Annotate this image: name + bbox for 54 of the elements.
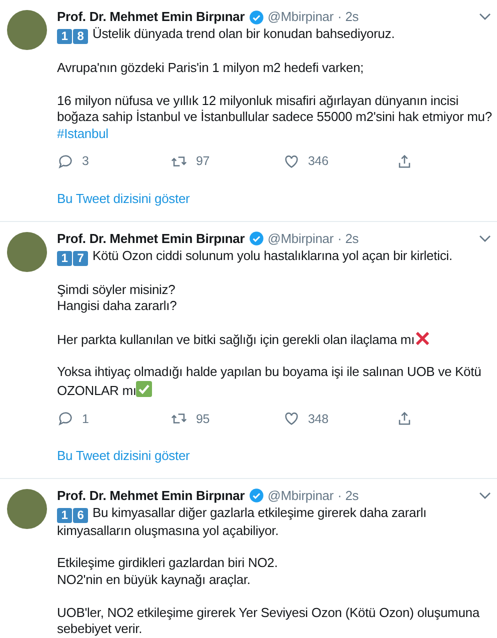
tweet-text: boğaza sahip İstanbul ve İstanbullular sadece 55000 m2'sini hak etmiyor mu? [57,109,492,124]
tweet-text: Hangisi daha zararlı? [57,298,177,314]
number-badge: 7 [73,250,88,266]
show-thread-link[interactable]: Bu Tweet dizisini göster [57,446,190,466]
tweet-text: UOB'ler, NO2 etkileşime girerek Yer Seviyesi Ozon (Kötü Ozon) oluşumuna [57,604,480,620]
author-handle[interactable]: @Mbirpinar [268,230,334,248]
tweet-text: Etkileşime girdikleri gazlardan biri NO2. [57,555,278,570]
reply-icon[interactable] [57,153,74,170]
tweet-text: Üstelik dünyada trend olan bir konudan bahsediyoruz. [92,26,395,41]
share-icon[interactable] [396,153,413,170]
tweet-time[interactable]: · 2s [338,8,359,26]
reply-count: 1 [82,410,89,428]
tweet-text: NO2'nin en büyük kaynağı araçlar. [57,572,250,588]
tweet-text: Her parkta kullanılan ve bitki sağlığı için gerekli olan ilaçlama mı [57,332,415,347]
tweet-text: Şimdi söyler misiniz? [57,282,176,297]
tweet-text: OZONLAR mı [57,383,136,398]
tweet-text: kimyasalların oluşmasına yol açabiliyor. [57,522,279,538]
tweet-text: sebebiyet verir. [57,621,142,636]
avatar-photo-placeholder[interactable] [7,232,47,272]
tweet-text: Yoksa ihtiyaç olmadığı halde yapılan bu boyama işi ile salınan UOB ve Kötü [57,364,482,380]
author-handle[interactable]: @Mbirpinar [268,486,334,505]
avatar-photo-placeholder[interactable] [7,488,47,529]
tweet-text: Avrupa'nın gözdeki Paris'in 1 milyon m2 hedefi varken; [57,60,364,75]
share-icon[interactable] [396,410,413,428]
author-name[interactable]: Prof. Dr. Mehmet Emin Birpınar [57,230,245,248]
caret-icon[interactable] [479,13,491,21]
check-mark-icon [136,381,152,397]
reply-icon[interactable] [57,410,74,428]
reply-count: 3 [82,153,89,170]
tweet-text: 16 milyon nüfusa ve yıllık 12 milyonluk misafiri ağırlayan dünyanın incisi [57,92,458,108]
hashtag-link[interactable]: #Istanbul [57,126,108,141]
heart-icon[interactable] [283,410,300,428]
show-thread-link[interactable]: Bu Tweet dizisini göster [57,189,190,209]
caret-icon[interactable] [479,234,491,243]
tweet-time[interactable]: · 2s [338,486,359,505]
avatar-photo-placeholder[interactable] [7,10,47,50]
tweet-text: Kötü Ozon ciddi solunum yolu hastalıklarına yol açan bir kirletici. [92,248,452,263]
author-handle[interactable]: @Mbirpinar [268,8,334,26]
number-badge: 1 [57,508,72,523]
tweet-time[interactable]: · 2s [338,230,359,248]
author-name[interactable]: Prof. Dr. Mehmet Emin Birpınar [57,486,245,505]
heart-icon[interactable] [283,153,300,170]
like-count: 346 [308,153,328,170]
caret-icon[interactable] [479,492,491,500]
number-badge: 1 [57,29,72,44]
number-badge: 8 [73,29,88,44]
number-badge: 6 [73,508,88,523]
retweet-count: 97 [196,153,210,170]
like-count: 348 [308,410,328,428]
number-badge: 1 [57,250,72,266]
tweet-text: Bu kimyasallar diğer gazlarla etkileşime girerek daha zararlı [92,504,427,520]
cross-mark-icon [414,330,430,346]
retweet-count: 95 [196,410,210,428]
author-name[interactable]: Prof. Dr. Mehmet Emin Birpınar [57,8,245,26]
